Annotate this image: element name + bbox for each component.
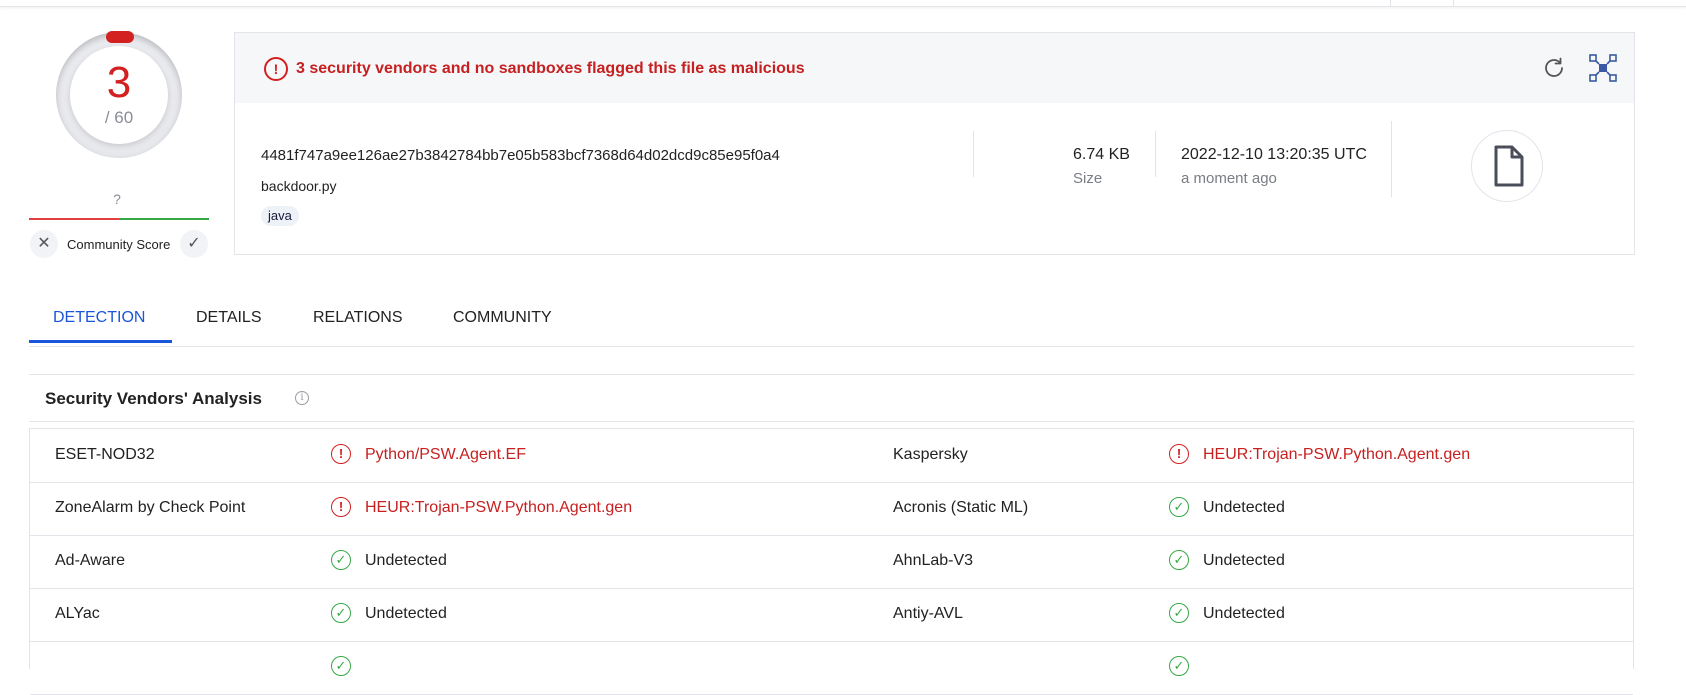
divider (1390, 0, 1391, 7)
vote-malicious-icon[interactable]: ✕ (30, 230, 58, 258)
divider (1391, 121, 1392, 197)
check-circle-icon: ✓ (1169, 656, 1189, 676)
vendor-result: Undetected (365, 605, 447, 622)
exclamation-circle-icon: ! (1169, 444, 1189, 464)
vendor-name: Ad-Aware (55, 552, 125, 569)
vote-harmless-icon[interactable]: ✓ (180, 230, 208, 258)
analysis-date: 2022-12-10 13:20:35 UTC (1181, 146, 1367, 163)
vendor-result: Undetected (1203, 605, 1285, 622)
file-hash[interactable]: 4481f747a9ee126ae27b3842784bb7e05b583bcf… (261, 147, 780, 164)
check-circle-icon: ✓ (331, 603, 351, 623)
alert-banner: ! 3 security vendors and no sandboxes fl… (235, 33, 1634, 103)
table-row: ✓ ✓ (30, 641, 1633, 695)
tab-details[interactable]: DETAILS (196, 309, 262, 327)
vendor-name: ZoneAlarm by Check Point (55, 499, 246, 516)
table-row: Ad-Aware ✓ Undetected AhnLab-V3 ✓ Undete… (30, 535, 1633, 589)
vendor-result: Undetected (1203, 552, 1285, 569)
vendor-name: ALYac (55, 605, 100, 622)
tab-relations[interactable]: RELATIONS (313, 309, 403, 327)
table-row: ESET-NOD32 ! Python/PSW.Agent.EF Kaspers… (30, 429, 1633, 483)
alert-message: 3 security vendors and no sandboxes flag… (296, 60, 805, 77)
tab-bar: DETECTION DETAILS RELATIONS COMMUNITY (29, 290, 1634, 347)
vendor-total: / 60 (104, 108, 134, 127)
vendor-result: Undetected (1203, 499, 1285, 516)
divider (1453, 0, 1454, 7)
analysis-date-relative: a moment ago (1181, 170, 1277, 187)
info-icon[interactable]: i (295, 391, 309, 405)
divider (973, 131, 974, 177)
exclamation-circle-icon: ! (331, 444, 351, 464)
exclamation-circle-icon: ! (264, 57, 288, 81)
community-score-bar-negative (29, 218, 119, 220)
file-icon (1494, 145, 1524, 187)
check-circle-icon: ✓ (1169, 603, 1189, 623)
table-row: ZoneAlarm by Check Point ! HEUR:Trojan-P… (30, 482, 1633, 536)
vendor-result[interactable]: HEUR:Trojan-PSW.Python.Agent.gen (1203, 446, 1470, 464)
community-score-bar-positive (119, 218, 209, 220)
file-summary-card: ! 3 security vendors and no sandboxes fl… (234, 32, 1635, 255)
active-tab-indicator (29, 340, 172, 343)
vendor-result: Undetected (365, 552, 447, 569)
exclamation-circle-icon: ! (331, 497, 351, 517)
community-score-value: ? (113, 191, 121, 207)
check-circle-icon: ✓ (331, 550, 351, 570)
vendor-name: AhnLab-V3 (893, 552, 974, 569)
file-type-badge (1471, 130, 1543, 202)
detection-count: 3 (106, 58, 132, 107)
top-bar (0, 0, 1686, 7)
vendor-name: Kaspersky (893, 446, 968, 463)
tab-community[interactable]: COMMUNITY (453, 309, 552, 327)
section-header: Security Vendors' Analysis i (29, 374, 1634, 422)
detection-score-widget: 3 / 60 (56, 31, 182, 158)
vendor-result[interactable]: HEUR:Trojan-PSW.Python.Agent.gen (365, 499, 632, 517)
tab-detection[interactable]: DETECTION (53, 309, 145, 327)
file-tag[interactable]: java (261, 206, 299, 226)
check-circle-icon: ✓ (1169, 550, 1189, 570)
refresh-icon[interactable] (1541, 55, 1567, 81)
graph-icon[interactable] (1588, 53, 1618, 83)
section-title: Security Vendors' Analysis (45, 389, 262, 408)
vendor-name: ESET-NOD32 (55, 446, 155, 463)
vendor-name: Antiy-AVL (893, 605, 963, 622)
check-circle-icon: ✓ (1169, 497, 1189, 517)
vendor-results-table: ESET-NOD32 ! Python/PSW.Agent.EF Kaspers… (29, 428, 1634, 695)
file-size-label: Size (1073, 170, 1103, 187)
community-score-label: Community Score (67, 237, 171, 252)
vendor-name: Acronis (Static ML) (893, 499, 1029, 516)
vendor-result[interactable]: Python/PSW.Agent.EF (365, 446, 526, 464)
table-row: ALYac ✓ Undetected Antiy-AVL ✓ Undetecte… (30, 588, 1633, 642)
score-center: 3 / 60 (70, 46, 168, 144)
file-size: 6.74 KB (1073, 146, 1130, 163)
check-circle-icon: ✓ (331, 656, 351, 676)
score-ring-arc (106, 31, 134, 43)
divider (1155, 131, 1156, 177)
file-name: backdoor.py (261, 178, 337, 194)
